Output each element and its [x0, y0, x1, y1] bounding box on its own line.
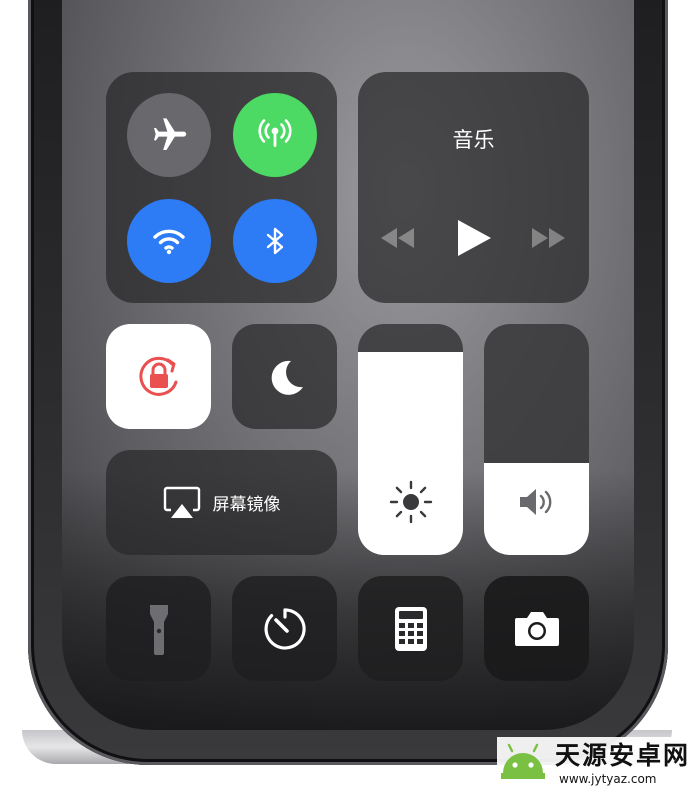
- connectivity-module: [106, 72, 337, 303]
- moon-icon: [271, 360, 303, 395]
- camera-icon: [514, 611, 559, 646]
- orientation-lock-toggle[interactable]: [106, 324, 211, 429]
- calculator-button[interactable]: [358, 576, 463, 681]
- camera-button[interactable]: [484, 576, 589, 681]
- music-module[interactable]: 音乐: [358, 72, 589, 303]
- orientation-lock-icon: [138, 356, 177, 396]
- cellular-data-toggle[interactable]: [233, 93, 317, 177]
- flashlight-icon: [149, 604, 168, 655]
- volume-slider[interactable]: [484, 324, 589, 555]
- airplay-icon: [163, 486, 200, 518]
- watermark-brand: 天源安卓网: [555, 741, 691, 770]
- play-icon[interactable]: [456, 219, 492, 257]
- wifi-icon: [153, 229, 185, 255]
- brightness-slider[interactable]: [358, 324, 463, 555]
- wifi-toggle[interactable]: [127, 199, 211, 283]
- sun-icon: [389, 480, 433, 524]
- screen-mirroring-button[interactable]: 屏幕镜像: [106, 450, 337, 555]
- screen-mirroring-label: 屏幕镜像: [212, 495, 281, 515]
- speaker-icon: [520, 489, 552, 515]
- watermark-url: www.jytyaz.com: [559, 772, 657, 786]
- timer-button[interactable]: [232, 576, 337, 681]
- android-logo-icon: [501, 743, 545, 779]
- airplane-icon: [154, 118, 187, 150]
- cellular-antenna-icon: [258, 119, 292, 147]
- bluetooth-toggle[interactable]: [233, 199, 317, 283]
- bluetooth-icon: [266, 227, 284, 255]
- calculator-icon: [394, 606, 427, 651]
- previous-track-icon[interactable]: [378, 226, 416, 250]
- site-watermark: 天源安卓网 www.jytyaz.com: [497, 737, 692, 786]
- next-track-icon[interactable]: [530, 226, 568, 250]
- do-not-disturb-toggle[interactable]: [232, 324, 337, 429]
- music-title: 音乐: [452, 128, 495, 152]
- flashlight-button[interactable]: [106, 576, 211, 681]
- timer-icon: [263, 607, 306, 650]
- airplane-mode-toggle[interactable]: [127, 93, 211, 177]
